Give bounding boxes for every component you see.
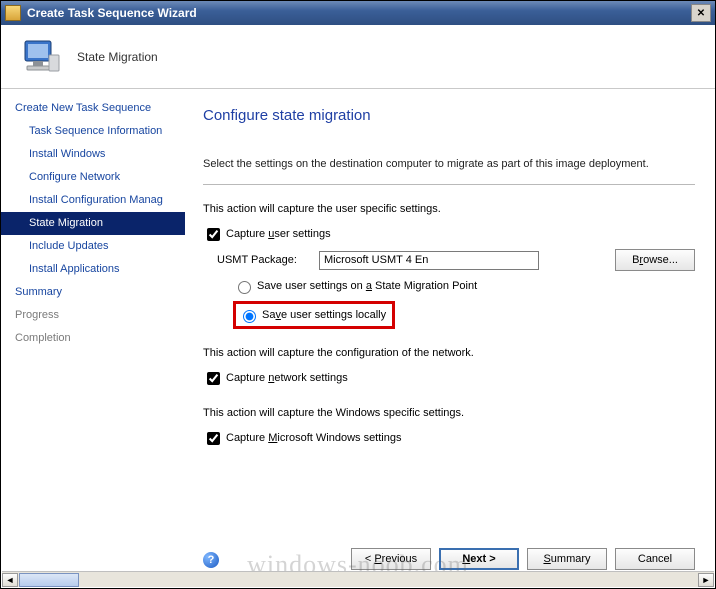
capture-network-checkbox[interactable] bbox=[207, 372, 220, 385]
page-instruction: Select the settings on the destination c… bbox=[203, 158, 695, 170]
usmt-package-input[interactable] bbox=[319, 251, 539, 270]
next-button[interactable]: Next > bbox=[439, 548, 519, 570]
sidebar-item-4[interactable]: Install Configuration Manag bbox=[1, 189, 185, 212]
browse-button[interactable]: < Browse... bbox=[615, 249, 695, 271]
computer-icon bbox=[19, 35, 63, 79]
sidebar-item-6[interactable]: Include Updates bbox=[1, 235, 185, 258]
cancel-button[interactable]: Cancel bbox=[615, 548, 695, 570]
sidebar-item-3[interactable]: Configure Network bbox=[1, 166, 185, 189]
main-panel: Configure state migration Select the set… bbox=[185, 89, 715, 582]
help-icon[interactable]: ? bbox=[203, 552, 219, 568]
usmt-package-row: USMT Package: < Browse... bbox=[203, 249, 695, 271]
sidebar-item-0[interactable]: Create New Task Sequence bbox=[1, 97, 185, 120]
wizard-body: Create New Task SequenceTask Sequence In… bbox=[1, 89, 715, 582]
sidebar-item-10[interactable]: Completion bbox=[1, 327, 185, 350]
capture-user-label[interactable]: Capture user settings bbox=[226, 228, 331, 240]
section-windows-desc: This action will capture the Windows spe… bbox=[203, 407, 695, 419]
sidebar-item-9[interactable]: Progress bbox=[1, 304, 185, 327]
close-button[interactable]: ✕ bbox=[691, 4, 711, 22]
section-user-desc: This action will capture the user specif… bbox=[203, 203, 695, 215]
scroll-right-arrow[interactable]: ► bbox=[698, 573, 714, 587]
capture-windows-row: Capture Microsoft Windows settings bbox=[203, 427, 695, 449]
save-local-row: Save user settings locally bbox=[203, 301, 695, 329]
separator bbox=[203, 184, 695, 185]
capture-user-checkbox[interactable] bbox=[207, 228, 220, 241]
sidebar-item-5[interactable]: State Migration bbox=[1, 212, 185, 235]
sidebar-item-2[interactable]: Install Windows bbox=[1, 143, 185, 166]
sidebar-item-8[interactable]: Summary bbox=[1, 281, 185, 304]
capture-user-row: Capture user settings bbox=[203, 223, 695, 245]
app-icon bbox=[5, 5, 21, 21]
save-smp-row: Save user settings on a State Migration … bbox=[203, 275, 695, 297]
horizontal-scrollbar[interactable]: ◄ ► bbox=[2, 571, 714, 587]
section-network-desc: This action will capture the configurati… bbox=[203, 347, 695, 359]
capture-network-row: Capture network settings bbox=[203, 367, 695, 389]
scroll-thumb[interactable] bbox=[19, 573, 79, 587]
save-local-radio[interactable] bbox=[243, 310, 256, 323]
save-local-label[interactable]: Save user settings locally bbox=[262, 309, 386, 321]
wizard-buttons: < Previous Next > Summary Cancel bbox=[351, 548, 695, 570]
sidebar-item-7[interactable]: Install Applications bbox=[1, 258, 185, 281]
page-heading: Configure state migration bbox=[203, 107, 695, 124]
capture-windows-label[interactable]: Capture Microsoft Windows settings bbox=[226, 432, 401, 444]
scroll-left-arrow[interactable]: ◄ bbox=[2, 573, 18, 587]
wizard-header: State Migration bbox=[1, 25, 715, 89]
window-title: Create Task Sequence Wizard bbox=[27, 6, 691, 20]
header-subtitle: State Migration bbox=[77, 50, 158, 64]
capture-windows-checkbox[interactable] bbox=[207, 432, 220, 445]
sidebar: Create New Task SequenceTask Sequence In… bbox=[1, 89, 185, 582]
usmt-package-label: USMT Package: bbox=[217, 254, 313, 266]
save-smp-radio[interactable] bbox=[238, 281, 251, 294]
titlebar: Create Task Sequence Wizard ✕ bbox=[1, 1, 715, 25]
highlight-box: Save user settings locally bbox=[233, 301, 395, 329]
sidebar-item-1[interactable]: Task Sequence Information bbox=[1, 120, 185, 143]
capture-network-label[interactable]: Capture network settings bbox=[226, 372, 348, 384]
previous-button[interactable]: < Previous bbox=[351, 548, 431, 570]
save-smp-label[interactable]: Save user settings on a State Migration … bbox=[257, 280, 477, 292]
summary-button[interactable]: Summary bbox=[527, 548, 607, 570]
